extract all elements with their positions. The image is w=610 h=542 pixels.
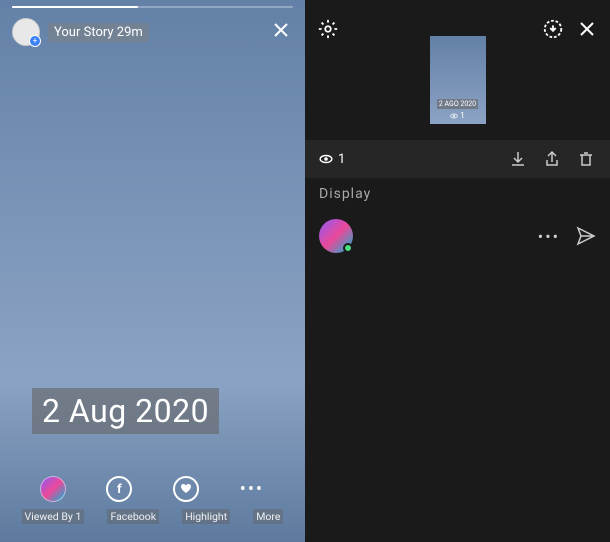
display-section-label: Display (319, 186, 371, 202)
viewed-by-button[interactable] (37, 473, 69, 505)
viewer-more-icon[interactable]: ••• (538, 227, 560, 246)
more-label: More (253, 509, 283, 524)
settings-icon[interactable] (317, 18, 339, 40)
save-story-icon[interactable] (542, 18, 564, 40)
heart-icon (173, 476, 199, 502)
story-date-overlay: 2 Aug 2020 (32, 388, 219, 434)
close-icon[interactable] (269, 18, 293, 42)
viewer-actions: ••• (538, 226, 596, 246)
viewer-profile-avatar[interactable] (319, 219, 353, 253)
view-count: 1 (319, 152, 345, 167)
story-insights-panel: 2 AGO 2020 1 1 Display (305, 0, 610, 542)
eye-icon (450, 112, 458, 120)
highlight-button[interactable] (170, 473, 202, 505)
story-thumbnail[interactable]: 2 AGO 2020 1 (430, 36, 486, 124)
more-icon: ••• (240, 479, 264, 500)
thumbnail-view-count: 1 (450, 111, 465, 120)
thumbnail-date: 2 AGO 2020 (437, 99, 478, 109)
action-icons-row: f ••• (0, 473, 305, 505)
story-progress-fill (12, 6, 138, 8)
viewed-by-label: Viewed By 1 (22, 509, 85, 524)
facebook-label: Facebook (107, 509, 159, 524)
download-icon[interactable] (508, 149, 528, 169)
story-view-panel: + Your Story 29m 2 Aug 2020 f ••• (0, 0, 305, 542)
close-insights-icon[interactable] (576, 18, 598, 40)
story-progress-bar (12, 6, 293, 8)
delete-icon[interactable] (576, 149, 596, 169)
add-story-badge: + (29, 35, 41, 47)
story-header: + Your Story 29m (12, 18, 293, 46)
your-avatar[interactable]: + (12, 18, 40, 46)
insights-info-bar: 1 (305, 140, 610, 178)
eye-icon (319, 152, 333, 166)
insights-header: 2 AGO 2020 1 (305, 10, 610, 130)
story-title-label: Your Story 29m (48, 23, 149, 42)
more-button[interactable]: ••• (236, 473, 268, 505)
action-labels-row: Viewed By 1 Facebook Highlight More (0, 509, 305, 524)
online-status-dot (343, 243, 353, 253)
facebook-share-button[interactable]: f (103, 473, 135, 505)
share-icon[interactable] (542, 149, 562, 169)
facebook-icon: f (106, 476, 132, 502)
highlight-label: Highlight (182, 509, 230, 524)
story-bottom-actions: f ••• Viewed By 1 Facebook Highlight Mor… (0, 473, 305, 524)
viewer-list-item: ••• (305, 214, 610, 258)
send-message-icon[interactable] (576, 226, 596, 246)
viewer-avatar-icon (40, 476, 66, 502)
info-bar-actions (508, 149, 596, 169)
